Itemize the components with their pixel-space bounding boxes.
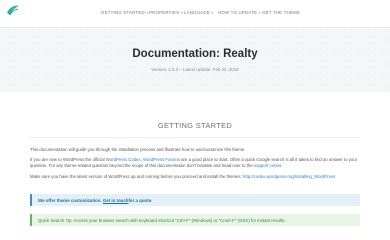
top-navigation-bar: GETTING STARTED ▾ PROPERTIES ▾ LANGUAGE …: [0, 0, 390, 28]
paragraph-text: Make sure you have the latest version of…: [30, 174, 243, 179]
paragraph-text: question. For any theme-related question…: [30, 163, 254, 168]
page-title: Documentation: Realty: [132, 48, 258, 60]
installing-wordpress-link[interactable]: http://codex.wordpress.org/Installing_Wo…: [243, 174, 335, 179]
version-info: Version: 2.4.3 – Latest Update: Feb 22, …: [151, 67, 239, 72]
nav-item-label: GETTING STARTED: [101, 10, 145, 15]
wordpress-forums-link[interactable]: WordPress Forums: [143, 157, 180, 162]
section-divider: [30, 137, 360, 138]
paragraph-text: If you are new to WordPress the official: [30, 157, 106, 162]
chevron-down-icon: ▾: [211, 10, 214, 15]
get-in-touch-link[interactable]: Get in touch: [103, 198, 129, 203]
section-heading: GETTING STARTED: [157, 121, 233, 130]
chevron-down-icon: ▾: [180, 10, 183, 15]
wordpress-codex-link[interactable]: WordPress Codex: [106, 157, 141, 162]
support-paragraph: question. For any theme-related question…: [30, 163, 282, 168]
wordpress-help-paragraph: If you are new to WordPress the official…: [30, 157, 357, 162]
chevron-down-icon: ▾: [258, 10, 261, 15]
nav-item-properties[interactable]: PROPERTIES ▾: [149, 10, 183, 15]
paragraph-text: are a good place to start. Often a quick…: [179, 157, 358, 162]
main-menu: GETTING STARTED ▾ PROPERTIES ▾ LANGUAGE …: [0, 10, 390, 20]
nav-item-label: LANGUAGE: [184, 10, 210, 15]
page-header: [0, 28, 390, 92]
customization-notice: We offer theme customization. Get in tou…: [30, 194, 360, 206]
requirements-paragraph: Make sure you have the latest version of…: [30, 174, 335, 179]
nav-item-language[interactable]: LANGUAGE ▾: [184, 10, 214, 15]
notice-text: We offer theme customization.: [38, 197, 102, 203]
nav-item-get-the-theme[interactable]: GET THE THEME: [262, 10, 300, 15]
nav-item-label: GET THE THEME: [262, 10, 300, 15]
quick-search-tip: Quick Search Tip: Access your browser se…: [30, 214, 360, 226]
notice-text: for a quote.: [128, 197, 153, 203]
notice-text: Quick Search Tip: Access your browser se…: [38, 217, 286, 223]
support-center-link[interactable]: support center: [254, 163, 281, 168]
paragraph-text: .: [281, 163, 283, 168]
nav-item-label: HOW TO UPDATE: [218, 10, 258, 15]
intro-paragraph: This documentation will guide you throug…: [30, 147, 246, 152]
nav-item-label: PROPERTIES: [149, 10, 180, 15]
nav-item-how-to-update[interactable]: HOW TO UPDATE ▾: [218, 10, 261, 15]
nav-item-getting-started[interactable]: GETTING STARTED ▾: [101, 10, 148, 15]
